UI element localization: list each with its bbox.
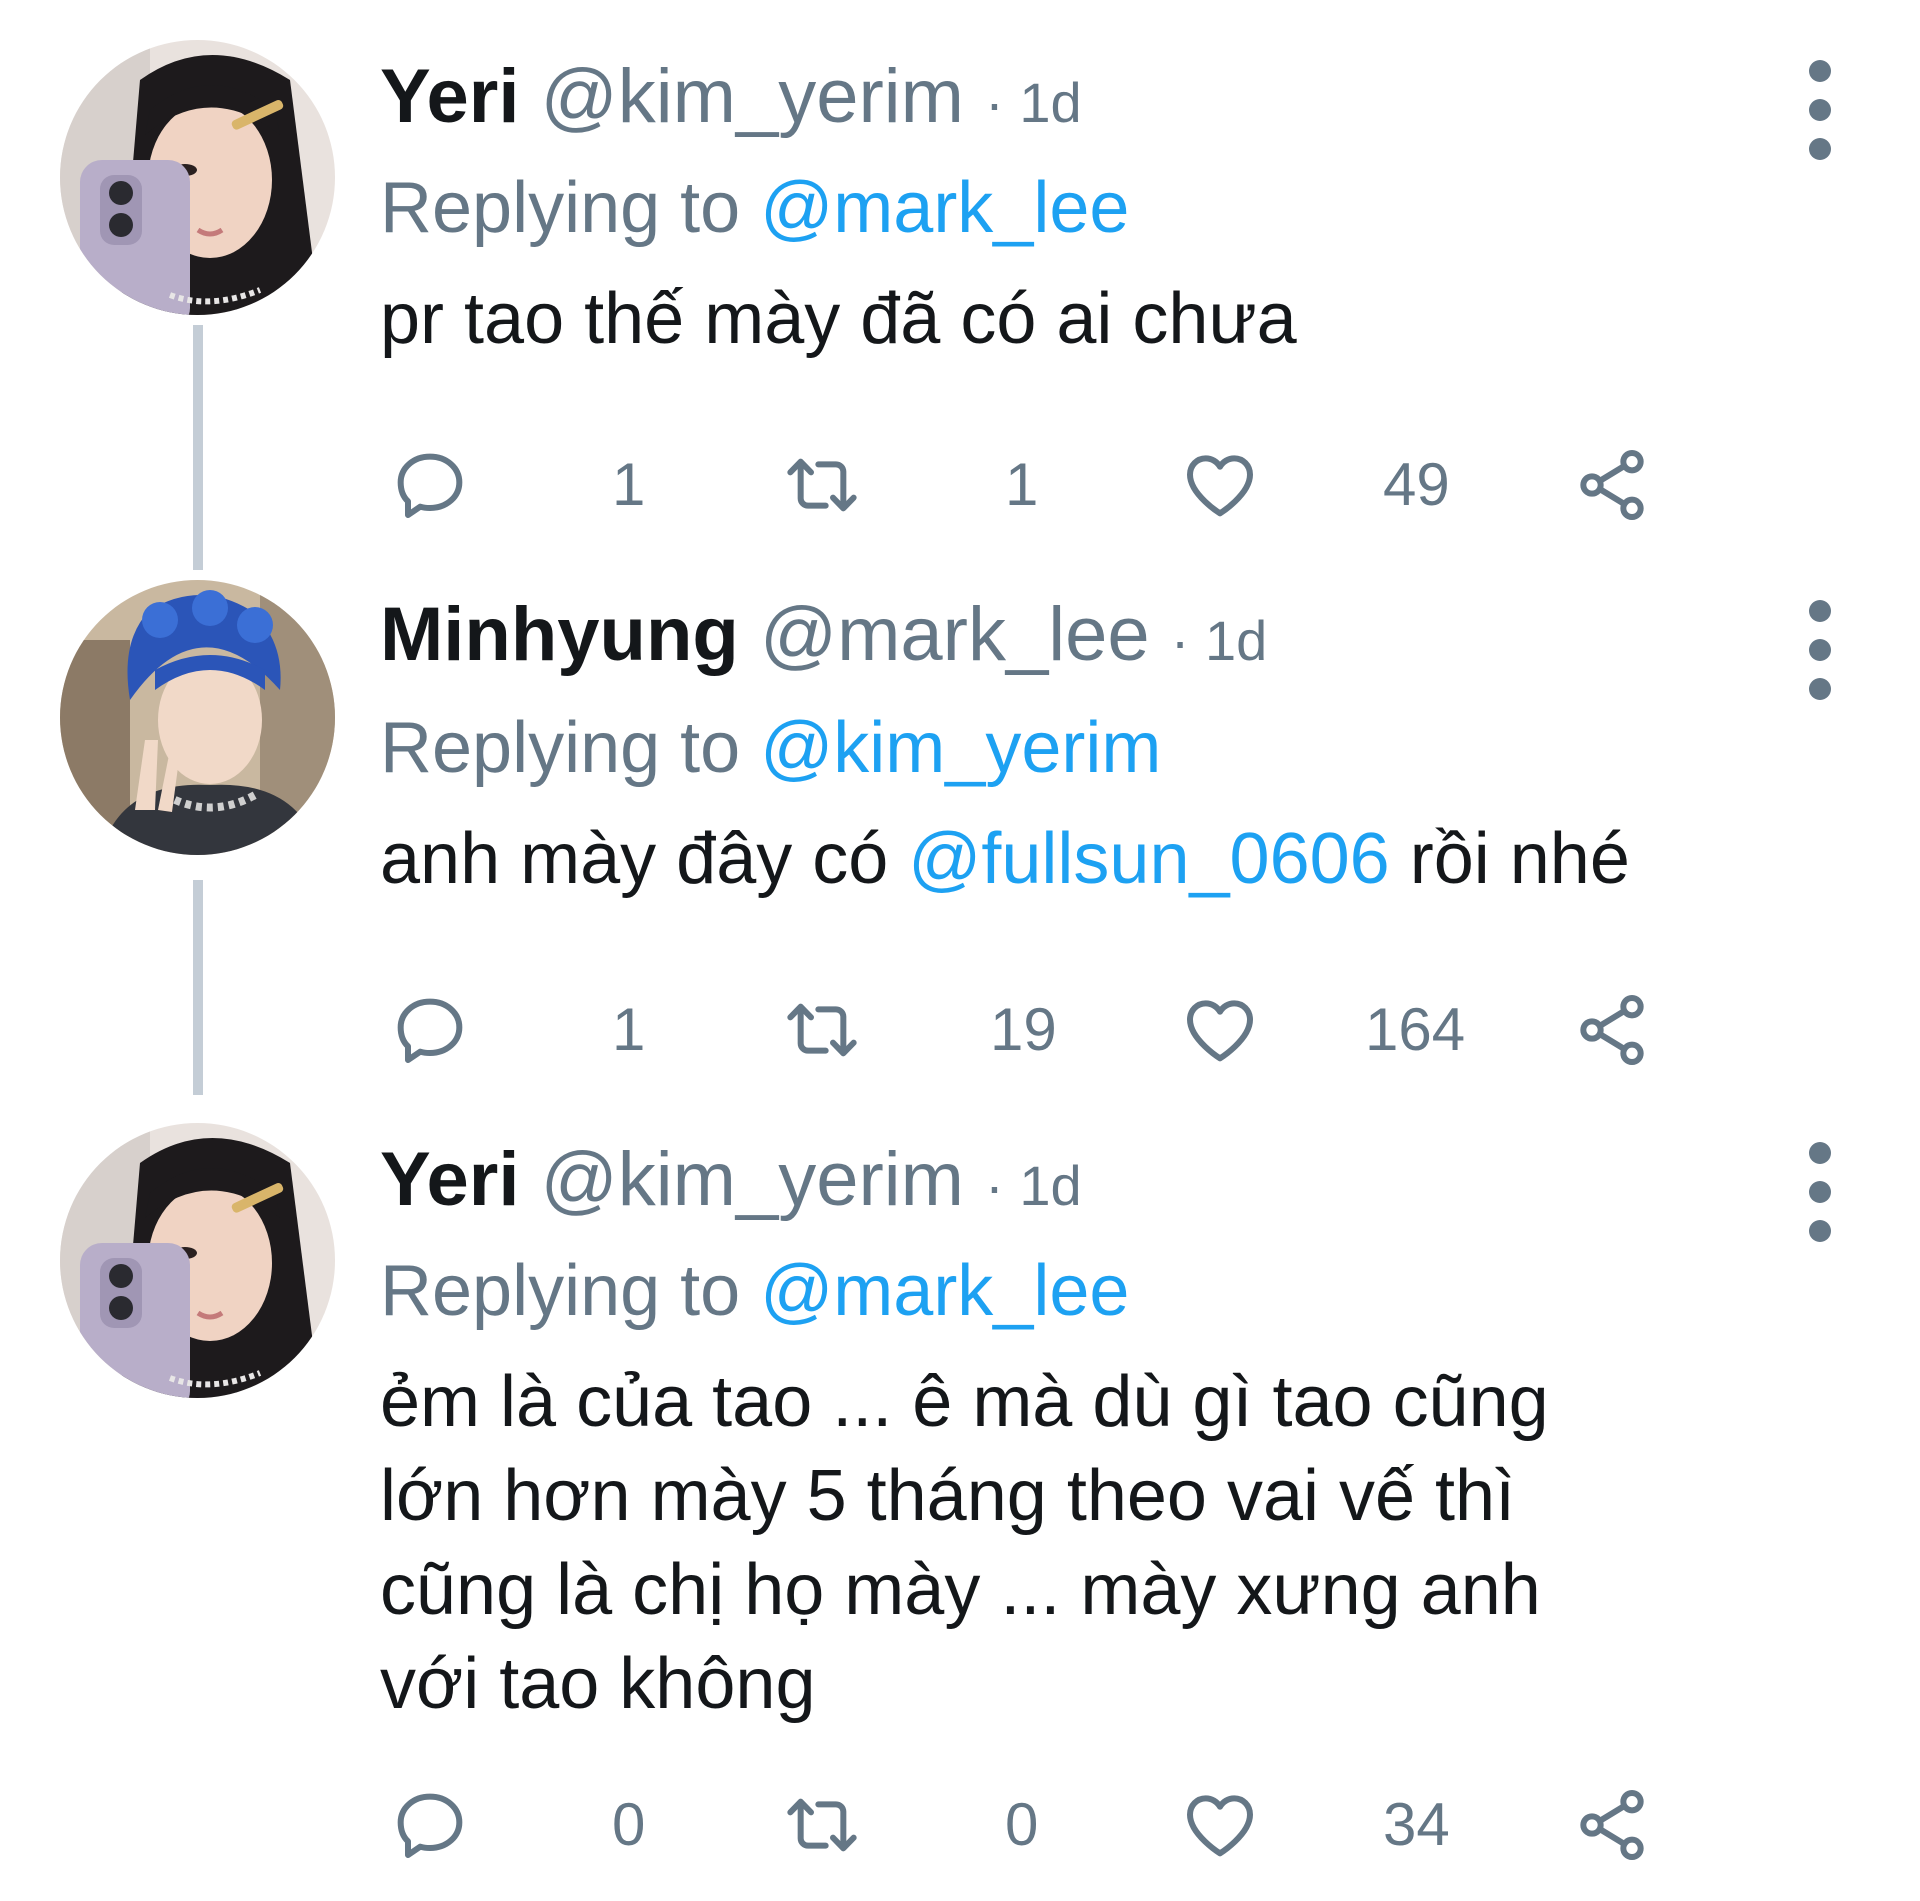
- replying-to-mention[interactable]: @mark_lee: [760, 168, 1129, 248]
- avatar[interactable]: [60, 40, 335, 315]
- tweet-text-line: ẻm là của tao ... ê mà dù gì tao cũng: [380, 1362, 1549, 1442]
- like-count: 164: [1365, 996, 1466, 1063]
- user-handle[interactable]: @mark_lee: [760, 592, 1150, 677]
- replying-to-label: Replying to: [380, 708, 761, 788]
- retweet-count: 0: [1005, 1791, 1039, 1858]
- reply-thread: Yeri @kim_yerim · 1d Replying to @mark_l…: [0, 0, 1920, 1901]
- reply-icon[interactable]: [390, 990, 470, 1070]
- retweet-count: 19: [990, 996, 1057, 1063]
- like-icon[interactable]: [1180, 445, 1260, 525]
- replying-to-label: Replying to: [380, 1251, 761, 1331]
- user-handle[interactable]: @kim_yerim: [541, 1137, 964, 1222]
- tweet-text-after: rồi nhé: [1389, 819, 1630, 899]
- share-icon[interactable]: [1572, 445, 1652, 525]
- tweet-text-line: với tao không: [380, 1644, 816, 1724]
- tweet-actions: 1 19 164: [0, 980, 1920, 1080]
- display-name[interactable]: Yeri: [380, 1137, 519, 1222]
- tweet-text: pr tao thế mày đã có ai chưa: [380, 279, 1297, 359]
- tweet-actions: 0 0 34: [0, 1775, 1920, 1875]
- share-icon[interactable]: [1572, 1785, 1652, 1865]
- tweet-text-line: cũng là chị họ mày ... mày xưng anh: [380, 1550, 1541, 1630]
- retweet-icon[interactable]: [782, 1785, 862, 1865]
- replying-to-mention[interactable]: @kim_yerim: [760, 708, 1161, 788]
- tweet-actions: 1 1 49: [0, 435, 1920, 535]
- tweet-2[interactable]: Minhyung @mark_lee · 1d Replying to @kim…: [0, 545, 1920, 1095]
- tweet-mention-link[interactable]: @fullsun_0606: [908, 819, 1389, 899]
- tweet-text: anh mày đây có @fullsun_0606 rồi nhé: [380, 812, 1800, 906]
- reply-count: 1: [612, 451, 646, 518]
- reply-count: 0: [612, 1791, 646, 1858]
- tweet-header: Minhyung @mark_lee · 1d: [380, 590, 1267, 686]
- retweet-icon[interactable]: [782, 445, 862, 525]
- reply-count: 1: [612, 996, 646, 1063]
- replying-to: Replying to @mark_lee: [380, 165, 1129, 251]
- tweet-text-before: anh mày đây có: [380, 819, 909, 899]
- share-icon[interactable]: [1572, 990, 1652, 1070]
- like-count: 34: [1383, 1791, 1450, 1858]
- user-handle[interactable]: @kim_yerim: [541, 54, 964, 139]
- tweet-header: Yeri @kim_yerim · 1d: [380, 52, 1082, 148]
- replying-to: Replying to @kim_yerim: [380, 705, 1161, 791]
- display-name[interactable]: Yeri: [380, 54, 519, 139]
- reply-icon[interactable]: [390, 1785, 470, 1865]
- avatar[interactable]: [60, 1123, 335, 1398]
- more-options-icon[interactable]: [1800, 1137, 1840, 1247]
- replying-to-label: Replying to: [380, 168, 761, 248]
- replying-to-mention[interactable]: @mark_lee: [760, 1251, 1129, 1331]
- timestamp[interactable]: · 1d: [985, 1154, 1082, 1217]
- tweet-header: Yeri @kim_yerim · 1d: [380, 1135, 1082, 1231]
- tweet-1[interactable]: Yeri @kim_yerim · 1d Replying to @mark_l…: [0, 0, 1920, 570]
- like-count: 49: [1383, 451, 1450, 518]
- retweet-count: 1: [1005, 451, 1039, 518]
- like-icon[interactable]: [1180, 1785, 1260, 1865]
- like-icon[interactable]: [1180, 990, 1260, 1070]
- timestamp[interactable]: · 1d: [985, 71, 1082, 134]
- replying-to: Replying to @mark_lee: [380, 1248, 1129, 1334]
- more-options-icon[interactable]: [1800, 55, 1840, 165]
- retweet-icon[interactable]: [782, 990, 862, 1070]
- tweet-3[interactable]: Yeri @kim_yerim · 1d Replying to @mark_l…: [0, 1085, 1920, 1901]
- more-options-icon[interactable]: [1800, 595, 1840, 705]
- timestamp[interactable]: · 1d: [1171, 609, 1268, 672]
- avatar[interactable]: [60, 580, 335, 855]
- reply-icon[interactable]: [390, 445, 470, 525]
- tweet-text: ẻm là của tao ... ê mà dù gì tao cũng lớ…: [380, 1355, 1800, 1731]
- tweet-text-line: lớn hơn mày 5 tháng theo vai vế thì: [380, 1456, 1516, 1536]
- display-name[interactable]: Minhyung: [380, 592, 739, 677]
